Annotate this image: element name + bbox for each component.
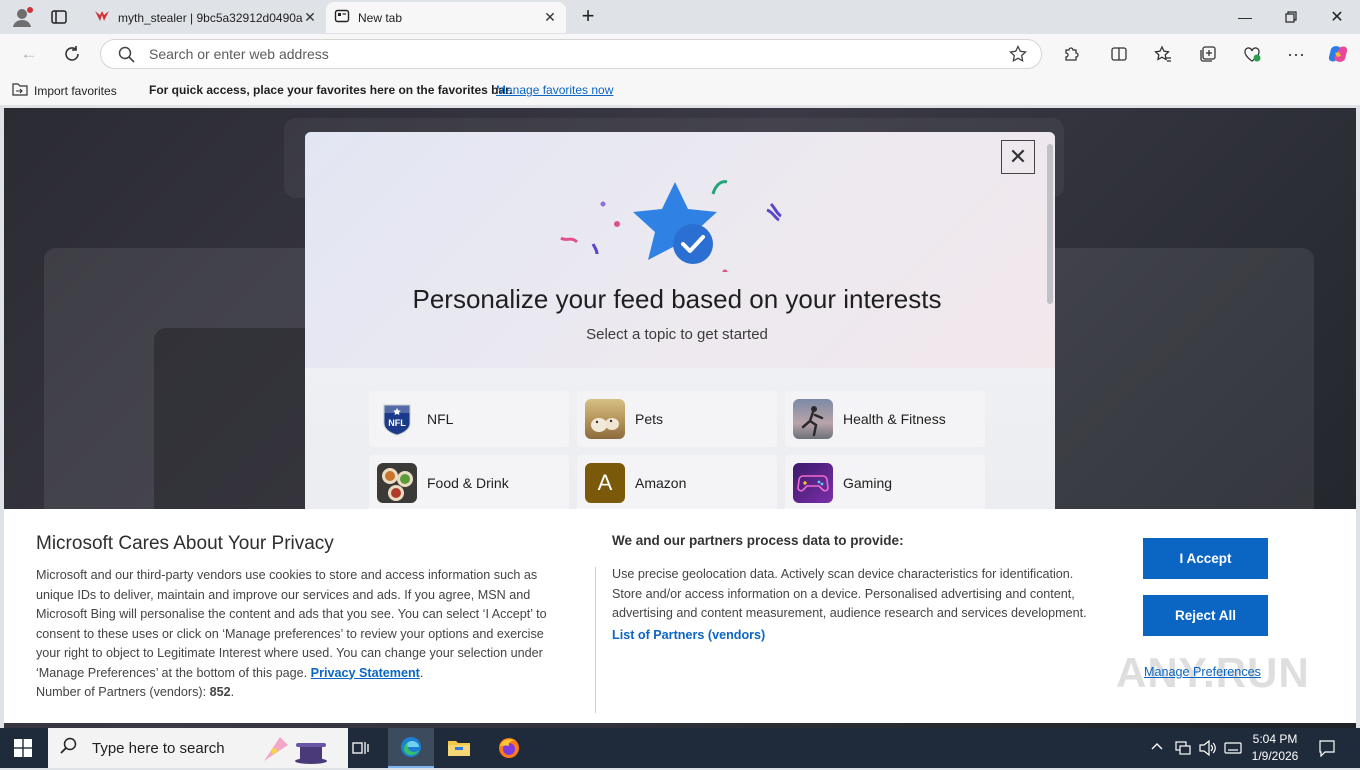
dialog-close-button[interactable]: ✕ bbox=[1001, 140, 1035, 174]
dialog-scrollbar[interactable] bbox=[1047, 144, 1053, 304]
privacy-consent-banner: Microsoft Cares About Your Privacy Micro… bbox=[4, 509, 1356, 723]
ime-keyboard-icon[interactable] bbox=[1224, 740, 1242, 761]
new-tab-plus-icon[interactable]: + bbox=[578, 5, 598, 27]
navigation-bar: ← ··· bbox=[0, 34, 1360, 74]
partners-count-label: Number of Partners (vendors): bbox=[36, 685, 207, 699]
restore-button[interactable] bbox=[1268, 0, 1314, 34]
fitness-photo-icon bbox=[793, 399, 833, 439]
topic-health-fitness[interactable]: Health & Fitness bbox=[785, 391, 985, 447]
profile-icon[interactable] bbox=[10, 6, 34, 28]
amazon-letter-icon: A bbox=[585, 463, 625, 503]
windows-taskbar: Type here to search 5:04 PM 1/9/2026 bbox=[0, 728, 1360, 768]
privacy-title: Microsoft Cares About Your Privacy bbox=[36, 533, 334, 554]
topic-label: NFL bbox=[427, 411, 454, 427]
notifications-icon[interactable] bbox=[1318, 739, 1336, 762]
address-bar[interactable] bbox=[100, 39, 1042, 69]
topic-label: Pets bbox=[635, 411, 664, 427]
anyrun-favicon-icon bbox=[94, 9, 110, 26]
edge-taskbar-icon[interactable] bbox=[388, 728, 434, 768]
topic-pets[interactable]: Pets bbox=[577, 391, 777, 447]
tab-bar: myth_stealer | 9bc5a32912d0490a ✕ New ta… bbox=[0, 0, 1360, 34]
refresh-icon[interactable] bbox=[57, 40, 87, 68]
dialog-subtitle: Select a topic to get started bbox=[586, 326, 768, 343]
firefox-icon[interactable] bbox=[486, 728, 532, 768]
topic-label: Amazon bbox=[635, 475, 687, 491]
tab-close-icon[interactable]: ✕ bbox=[302, 10, 318, 26]
star-check-illustration-icon bbox=[555, 162, 795, 275]
pets-photo-icon bbox=[585, 399, 625, 439]
privacy-divider bbox=[595, 567, 596, 713]
start-windows-icon[interactable] bbox=[0, 728, 46, 768]
close-icon: ✕ bbox=[1008, 144, 1028, 169]
privacy-body: Microsoft and our third-party vendors us… bbox=[36, 566, 571, 703]
file-explorer-icon[interactable] bbox=[436, 728, 482, 768]
more-menu-icon[interactable]: ··· bbox=[1281, 40, 1311, 68]
data-processing-body: Use precise geolocation data. Actively s… bbox=[612, 567, 1087, 620]
extensions-icon[interactable] bbox=[1056, 40, 1086, 68]
manage-favorites-link[interactable]: Manage favorites now bbox=[496, 83, 613, 97]
dialog-title: Personalize your feed based on your inte… bbox=[412, 284, 942, 314]
tab-actions-icon[interactable] bbox=[50, 8, 68, 26]
search-highlight-illustration-icon bbox=[260, 731, 340, 770]
nfl-logo-icon: NFL bbox=[377, 399, 417, 439]
topic-label: Health & Fitness bbox=[843, 411, 946, 427]
minimize-button[interactable]: — bbox=[1222, 0, 1268, 34]
import-favorites-label: Import favorites bbox=[34, 83, 117, 98]
favorite-star-icon[interactable] bbox=[1009, 44, 1027, 68]
taskbar-search-box[interactable]: Type here to search bbox=[48, 728, 348, 768]
partners-list-link[interactable]: List of Partners (vendors) bbox=[612, 628, 765, 642]
split-screen-icon[interactable] bbox=[1104, 40, 1134, 68]
volume-icon[interactable] bbox=[1199, 739, 1217, 761]
topic-nfl[interactable]: NFL NFL bbox=[369, 391, 569, 447]
taskbar-clock[interactable]: 5:04 PM 1/9/2026 bbox=[1244, 731, 1306, 765]
import-favorites-button[interactable]: Import favorites bbox=[12, 82, 117, 99]
close-window-button[interactable]: ✕ bbox=[1314, 0, 1360, 34]
accept-button[interactable]: I Accept bbox=[1143, 538, 1268, 579]
search-icon bbox=[60, 737, 78, 760]
clock-date: 1/9/2026 bbox=[1251, 749, 1299, 763]
reject-all-button[interactable]: Reject All bbox=[1143, 595, 1268, 636]
data-processing-heading: We and our partners process data to prov… bbox=[612, 533, 904, 548]
network-icon[interactable] bbox=[1175, 740, 1191, 761]
copilot-icon[interactable] bbox=[1323, 40, 1353, 68]
svg-text:NFL: NFL bbox=[388, 418, 406, 428]
topic-food-drink[interactable]: Food & Drink bbox=[369, 455, 569, 511]
privacy-body-text: Microsoft and our third-party vendors us… bbox=[36, 568, 547, 680]
manage-preferences-link[interactable]: Manage Preferences bbox=[1144, 665, 1261, 679]
food-photo-icon bbox=[377, 463, 417, 503]
clock-time: 5:04 PM bbox=[1252, 732, 1298, 746]
gamepad-icon bbox=[793, 463, 833, 503]
tab-title: New tab bbox=[358, 10, 403, 25]
task-view-icon[interactable] bbox=[338, 728, 384, 768]
favorites-icon[interactable] bbox=[1148, 40, 1178, 68]
tab-title: myth_stealer | 9bc5a32912d0490a bbox=[118, 10, 303, 25]
tab-close-icon[interactable]: ✕ bbox=[542, 10, 558, 26]
favorites-message: For quick access, place your favorites h… bbox=[149, 83, 513, 97]
amazon-letter: A bbox=[597, 470, 613, 495]
collections-icon[interactable] bbox=[1193, 40, 1223, 68]
import-folder-icon bbox=[12, 82, 28, 99]
tab-myth-stealer[interactable]: myth_stealer | 9bc5a32912d0490a ✕ bbox=[86, 2, 326, 33]
show-hidden-icons-icon[interactable] bbox=[1150, 740, 1164, 757]
topic-gaming[interactable]: Gaming bbox=[785, 455, 985, 511]
search-icon bbox=[118, 46, 135, 68]
browser-essentials-icon[interactable] bbox=[1237, 40, 1267, 68]
period: . bbox=[419, 665, 424, 680]
back-arrow-icon[interactable]: ← bbox=[14, 40, 44, 68]
topic-amazon[interactable]: A Amazon bbox=[577, 455, 777, 511]
topic-label: Gaming bbox=[843, 475, 893, 491]
partners-count: 852 bbox=[209, 685, 231, 699]
new-tab-favicon-icon bbox=[334, 8, 350, 27]
topic-label: Food & Drink bbox=[427, 475, 509, 491]
favorites-bar: Import favorites For quick access, place… bbox=[0, 74, 1360, 106]
period: . bbox=[230, 685, 235, 699]
taskbar-search-placeholder: Type here to search bbox=[92, 739, 225, 757]
privacy-statement-link[interactable]: Privacy Statement bbox=[311, 666, 420, 680]
tab-new-tab[interactable]: New tab ✕ bbox=[326, 2, 566, 33]
address-input[interactable] bbox=[149, 46, 969, 62]
